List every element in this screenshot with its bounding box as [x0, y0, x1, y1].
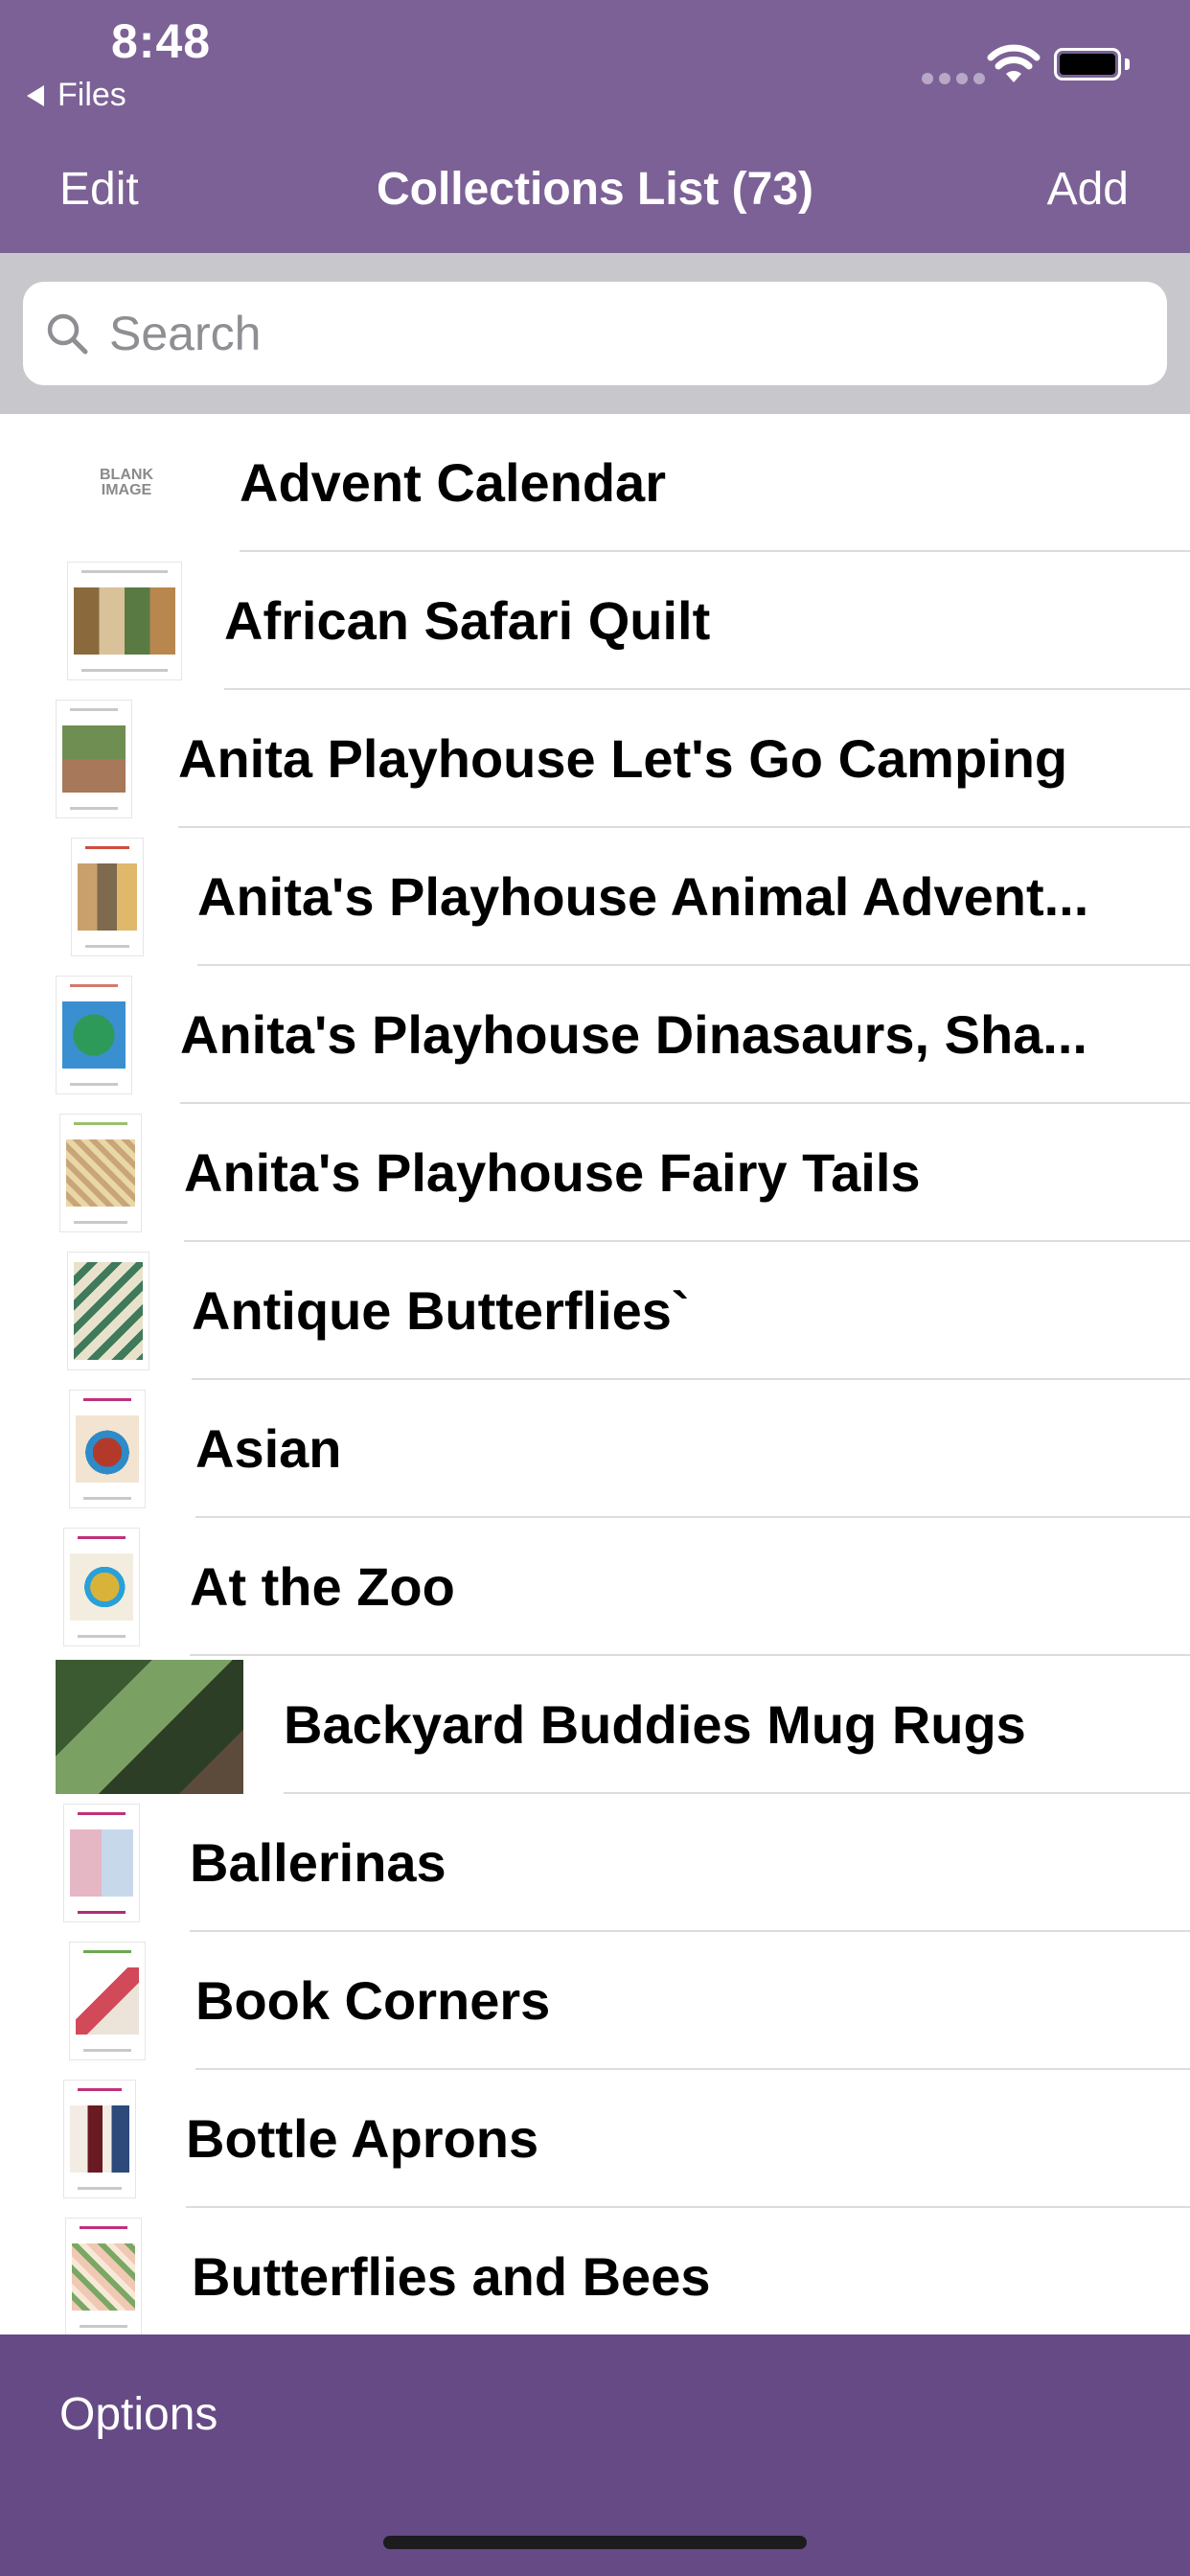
- status-time: 8:48: [111, 14, 212, 68]
- list-item[interactable]: Ballerinas: [0, 1794, 1190, 1932]
- battery-icon: [1054, 48, 1121, 80]
- list-item-label: Anita's Playhouse Animal Advent...: [197, 866, 1089, 927]
- collections-list: BLANK IMAGE Advent Calendar African Safa…: [0, 414, 1190, 2334]
- list-item[interactable]: Book Corners: [0, 1932, 1190, 2070]
- back-arrow-icon: [27, 84, 44, 106]
- list-item[interactable]: Anita's Playhouse Dinasaurs, Sha...: [0, 966, 1190, 1104]
- list-item[interactable]: African Safari Quilt: [0, 552, 1190, 690]
- page-title: Collections List (73): [376, 164, 814, 215]
- list-item-label: Anita's Playhouse Fairy Tails: [184, 1142, 921, 1203]
- list-item-label: Butterflies and Bees: [192, 2246, 711, 2307]
- search-icon: [47, 313, 88, 355]
- thumbnail-image: [69, 1390, 146, 1508]
- thumbnail-image: [67, 1252, 149, 1370]
- home-indicator[interactable]: [383, 2536, 807, 2549]
- list-item-label: Ballerinas: [190, 1832, 446, 1893]
- thumbnail-image: [59, 1114, 142, 1232]
- list-item-label: Anita's Playhouse Dinasaurs, Sha...: [180, 1004, 1087, 1065]
- thumbnail-image: [63, 2080, 136, 2198]
- search-area: [0, 253, 1190, 414]
- back-app-label: Files: [57, 77, 126, 113]
- list-item-label: African Safari Quilt: [224, 590, 711, 651]
- list-item[interactable]: Anita Playhouse Let's Go Camping: [0, 690, 1190, 828]
- list-item[interactable]: BLANK IMAGE Advent Calendar: [0, 414, 1190, 552]
- thumbnail-image: [56, 976, 132, 1094]
- list-item[interactable]: Bottle Aprons: [0, 2070, 1190, 2208]
- thumbnail-image: [63, 1528, 140, 1646]
- list-item[interactable]: Antique Butterflies`: [0, 1242, 1190, 1380]
- thumbnail-image: [69, 1942, 146, 2060]
- thumbnail-image: [67, 562, 182, 680]
- search-box[interactable]: [23, 282, 1167, 385]
- header-bar: 8:48 Files Collections List (73) Edit Ad…: [0, 0, 1190, 253]
- list-item-label: Asian: [195, 1418, 342, 1479]
- thumbnail-image: [65, 2218, 142, 2334]
- edit-button[interactable]: Edit: [59, 161, 139, 218]
- list-item-label: At the Zoo: [190, 1556, 455, 1617]
- thumbnail-image: [63, 1804, 140, 1922]
- list-item[interactable]: Butterflies and Bees: [0, 2208, 1190, 2334]
- list-item[interactable]: Asian: [0, 1380, 1190, 1518]
- list-item-label: Advent Calendar: [240, 452, 666, 513]
- thumbnail-image: [56, 700, 132, 818]
- back-to-files-link[interactable]: Files: [27, 77, 126, 114]
- thumbnail-image: BLANK IMAGE: [88, 424, 165, 542]
- list-item-label: Backyard Buddies Mug Rugs: [284, 1694, 1026, 1755]
- list-item-label: Antique Butterflies`: [192, 1280, 690, 1341]
- bottom-toolbar: Options: [0, 2334, 1190, 2576]
- list-item[interactable]: Anita's Playhouse Animal Advent...: [0, 828, 1190, 966]
- list-item[interactable]: At the Zoo: [0, 1518, 1190, 1656]
- thumbnail-image: [56, 1660, 243, 1794]
- nav-title-wrap: Collections List (73): [0, 161, 1190, 218]
- thumbnail-image: [71, 838, 144, 956]
- status-icons: [883, 34, 1190, 92]
- list-item[interactable]: Backyard Buddies Mug Rugs: [0, 1656, 1190, 1794]
- list-item-label: Book Corners: [195, 1970, 551, 2031]
- list-item-label: Bottle Aprons: [186, 2108, 539, 2169]
- app-root: 8:48 Files Collections List (73) Edit Ad…: [0, 0, 1190, 2576]
- wifi-icon: [987, 44, 1041, 82]
- list-item-label: Anita Playhouse Let's Go Camping: [178, 728, 1068, 789]
- list-item[interactable]: Anita's Playhouse Fairy Tails: [0, 1104, 1190, 1242]
- add-button[interactable]: Add: [1047, 161, 1129, 218]
- search-input[interactable]: [107, 305, 1146, 362]
- battery-nub: [1125, 58, 1130, 70]
- cellular-signal-icon: [922, 73, 985, 84]
- options-button[interactable]: Options: [59, 2388, 217, 2441]
